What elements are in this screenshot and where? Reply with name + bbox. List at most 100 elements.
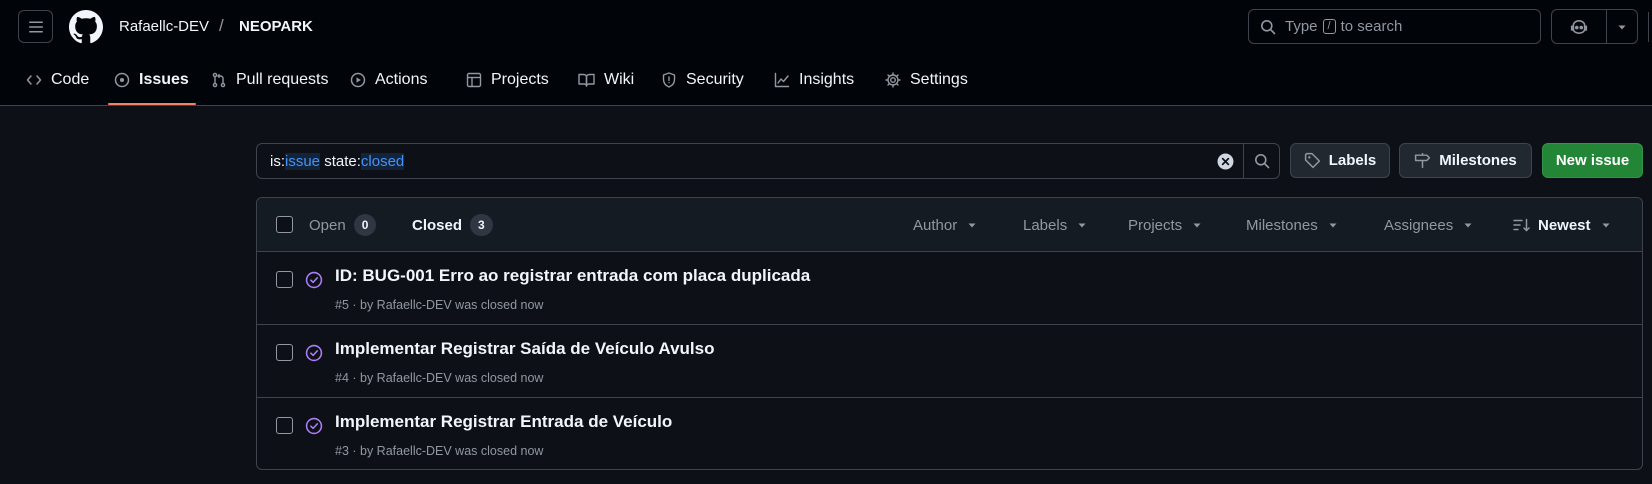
issue-opened-icon (114, 72, 130, 88)
milestones-filter-label: Milestones (1246, 216, 1318, 234)
breadcrumb-owner[interactable]: Rafaellc-DEV (119, 17, 209, 37)
copilot-icon (1570, 19, 1588, 34)
code-icon (26, 75, 42, 85)
labels-filter[interactable]: Labels (1023, 214, 1087, 236)
select-all-checkbox[interactable] (276, 216, 293, 233)
issue-meta: #5 · by Rafaellc-DEV was closed now (335, 298, 544, 312)
tab-actions-label: Actions (375, 71, 428, 88)
author-filter[interactable]: Author (913, 214, 977, 236)
projects-filter[interactable]: Projects (1128, 214, 1202, 236)
x-circle-fill-icon (1217, 153, 1233, 169)
tab-wiki-label: Wiki (604, 71, 635, 88)
issue-filter-input[interactable]: is:issue state:closed (256, 143, 1280, 179)
open-count-badge: 0 (353, 214, 377, 236)
gear-icon (885, 72, 901, 88)
graph-icon (774, 72, 790, 88)
search-placeholder-after: to search (1340, 18, 1403, 35)
tab-pull-requests[interactable]: Pull requests (205, 64, 335, 96)
assignees-filter-label: Assignees (1384, 216, 1454, 234)
table-icon (466, 72, 482, 88)
search-icon (1254, 154, 1269, 169)
closed-count-badge: 3 (470, 214, 493, 236)
milestones-filter[interactable]: Milestones (1246, 214, 1338, 236)
tab-actions[interactable]: Actions (344, 64, 433, 96)
active-tab-indicator (108, 103, 196, 105)
filter-query[interactable]: is:issue state:closed (257, 152, 1207, 170)
tab-issues-label: Issues (139, 71, 189, 88)
issue-meta: #3 · by Rafaellc-DEV was closed now (335, 444, 544, 458)
tab-wiki[interactable]: Wiki (572, 64, 640, 96)
caret-down-icon (1193, 223, 1201, 228)
caret-down-icon (1078, 223, 1086, 228)
open-issues-tab[interactable]: Open 0 (309, 214, 377, 236)
header-divider (1648, 12, 1649, 42)
issue-list-header: Open 0 Closed 3 Author Labels Projects M… (257, 198, 1642, 252)
labels-filter-label: Labels (1023, 216, 1068, 234)
shield-icon (662, 72, 676, 88)
sort-label: Newest (1538, 216, 1591, 234)
git-pull-request-icon (212, 72, 226, 88)
query-value-issue: issue (285, 152, 321, 170)
projects-filter-label: Projects (1128, 216, 1183, 234)
caret-down-icon (1618, 25, 1626, 29)
author-filter-label: Author (913, 216, 958, 234)
book-icon (578, 73, 595, 87)
filter-search-button[interactable] (1243, 144, 1279, 178)
labels-button[interactable]: Labels (1290, 143, 1390, 178)
menu-button[interactable] (18, 10, 53, 43)
issue-meta: #4 · by Rafaellc-DEV was closed now (335, 371, 544, 385)
tab-code-label: Code (51, 71, 90, 88)
open-label: Open (309, 216, 346, 234)
sort-desc-icon (1513, 218, 1530, 232)
issue-checkbox[interactable] (276, 344, 293, 361)
query-key-state: state: (324, 152, 361, 170)
global-search-input[interactable]: Type / to search (1248, 9, 1541, 44)
hamburger-icon (28, 21, 43, 32)
issue-closed-icon (305, 271, 323, 289)
copilot-dropdown-button[interactable] (1607, 10, 1637, 43)
issue-list: Open 0 Closed 3 Author Labels Projects M… (256, 197, 1643, 470)
tab-settings[interactable]: Settings (879, 64, 974, 96)
assignees-filter[interactable]: Assignees (1384, 214, 1473, 236)
search-shortcut-key: / (1322, 19, 1336, 34)
issue-title-link[interactable]: Implementar Registrar Saída de Veículo A… (335, 339, 714, 359)
closed-label: Closed (412, 216, 463, 234)
closed-issues-tab[interactable]: Closed 3 (412, 214, 493, 236)
tag-icon (1304, 152, 1320, 169)
issue-row[interactable]: Implementar Registrar Saída de Veículo A… (257, 325, 1642, 398)
issue-closed-icon (305, 344, 323, 362)
issue-checkbox[interactable] (276, 271, 293, 288)
issue-row[interactable]: ID: BUG-001 Erro ao registrar entrada co… (257, 252, 1642, 325)
copilot-button-group (1551, 9, 1638, 44)
milestones-button[interactable]: Milestones (1399, 143, 1532, 178)
tab-code[interactable]: Code (20, 64, 95, 96)
copilot-button[interactable] (1552, 10, 1607, 43)
github-logo-icon[interactable] (69, 10, 103, 44)
tab-projects[interactable]: Projects (460, 64, 555, 96)
labels-button-label: Labels (1328, 152, 1377, 169)
issue-title-link[interactable]: Implementar Registrar Entrada de Veículo (335, 412, 672, 432)
tab-insights[interactable]: Insights (768, 64, 860, 96)
issue-row[interactable]: Implementar Registrar Entrada de Veículo… (257, 398, 1642, 469)
new-issue-button[interactable]: New issue (1542, 143, 1643, 178)
milestone-icon (1415, 153, 1431, 168)
tab-security[interactable]: Security (655, 64, 750, 96)
breadcrumb-repo[interactable]: NEOPARK (239, 17, 313, 37)
caret-down-icon (1464, 223, 1472, 228)
issue-closed-icon (305, 417, 323, 435)
search-icon (1261, 19, 1276, 34)
issue-checkbox[interactable] (276, 417, 293, 434)
tab-projects-label: Projects (491, 71, 549, 88)
caret-down-icon (968, 223, 976, 228)
search-placeholder-before: Type (1285, 18, 1318, 35)
tab-issues[interactable]: Issues (108, 64, 195, 96)
issue-title-link[interactable]: ID: BUG-001 Erro ao registrar entrada co… (335, 266, 810, 286)
clear-filter-button[interactable] (1207, 144, 1243, 178)
sort-dropdown[interactable]: Newest (1513, 214, 1611, 236)
caret-down-icon (1329, 223, 1337, 228)
play-icon (350, 72, 366, 88)
milestones-button-label: Milestones (1439, 152, 1517, 169)
caret-down-icon (1602, 223, 1610, 228)
tab-settings-label: Settings (910, 71, 968, 88)
query-key-is: is: (270, 152, 285, 170)
